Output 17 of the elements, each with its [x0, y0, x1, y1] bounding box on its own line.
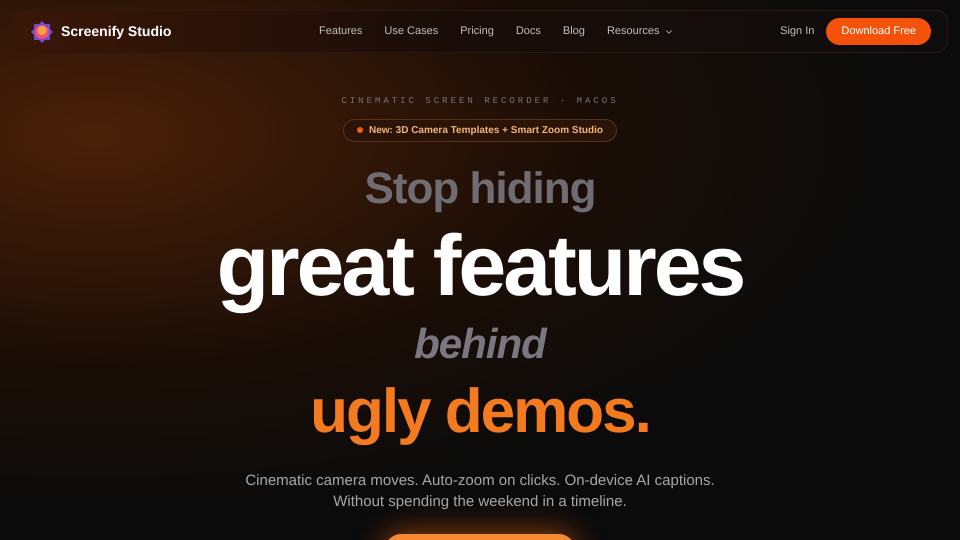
- headline-line: great features: [216, 216, 744, 316]
- brand-name: Screenify Studio: [61, 22, 172, 41]
- nav-link[interactable]: Resources: [606, 23, 674, 40]
- sign-in-link[interactable]: Sign In: [780, 23, 814, 40]
- nav-link[interactable]: Blog: [562, 23, 585, 40]
- nav-link[interactable]: Pricing: [460, 23, 494, 40]
- headline-line: behind: [414, 318, 546, 368]
- subtitle-text: Without spending the weekend in a timeline.: [333, 492, 627, 512]
- badge-text: New: 3D Camera Templates + Smart Zoom Studio: [368, 124, 604, 138]
- nav-link[interactable]: Use Cases: [384, 23, 438, 40]
- eyebrow-text: CINEMATIC SCREEN RECORDER · MACOS: [341, 95, 619, 108]
- headline-line: ugly demos.: [310, 376, 650, 448]
- subtitle-text: Cinematic camera moves. Auto-zoom on clicks. On-device AI captions.: [245, 470, 715, 490]
- nav-link[interactable]: Features: [319, 23, 362, 40]
- logo-icon: [31, 20, 53, 42]
- headline-line: Stop hiding: [364, 162, 596, 214]
- nav-link[interactable]: Docs: [516, 23, 541, 40]
